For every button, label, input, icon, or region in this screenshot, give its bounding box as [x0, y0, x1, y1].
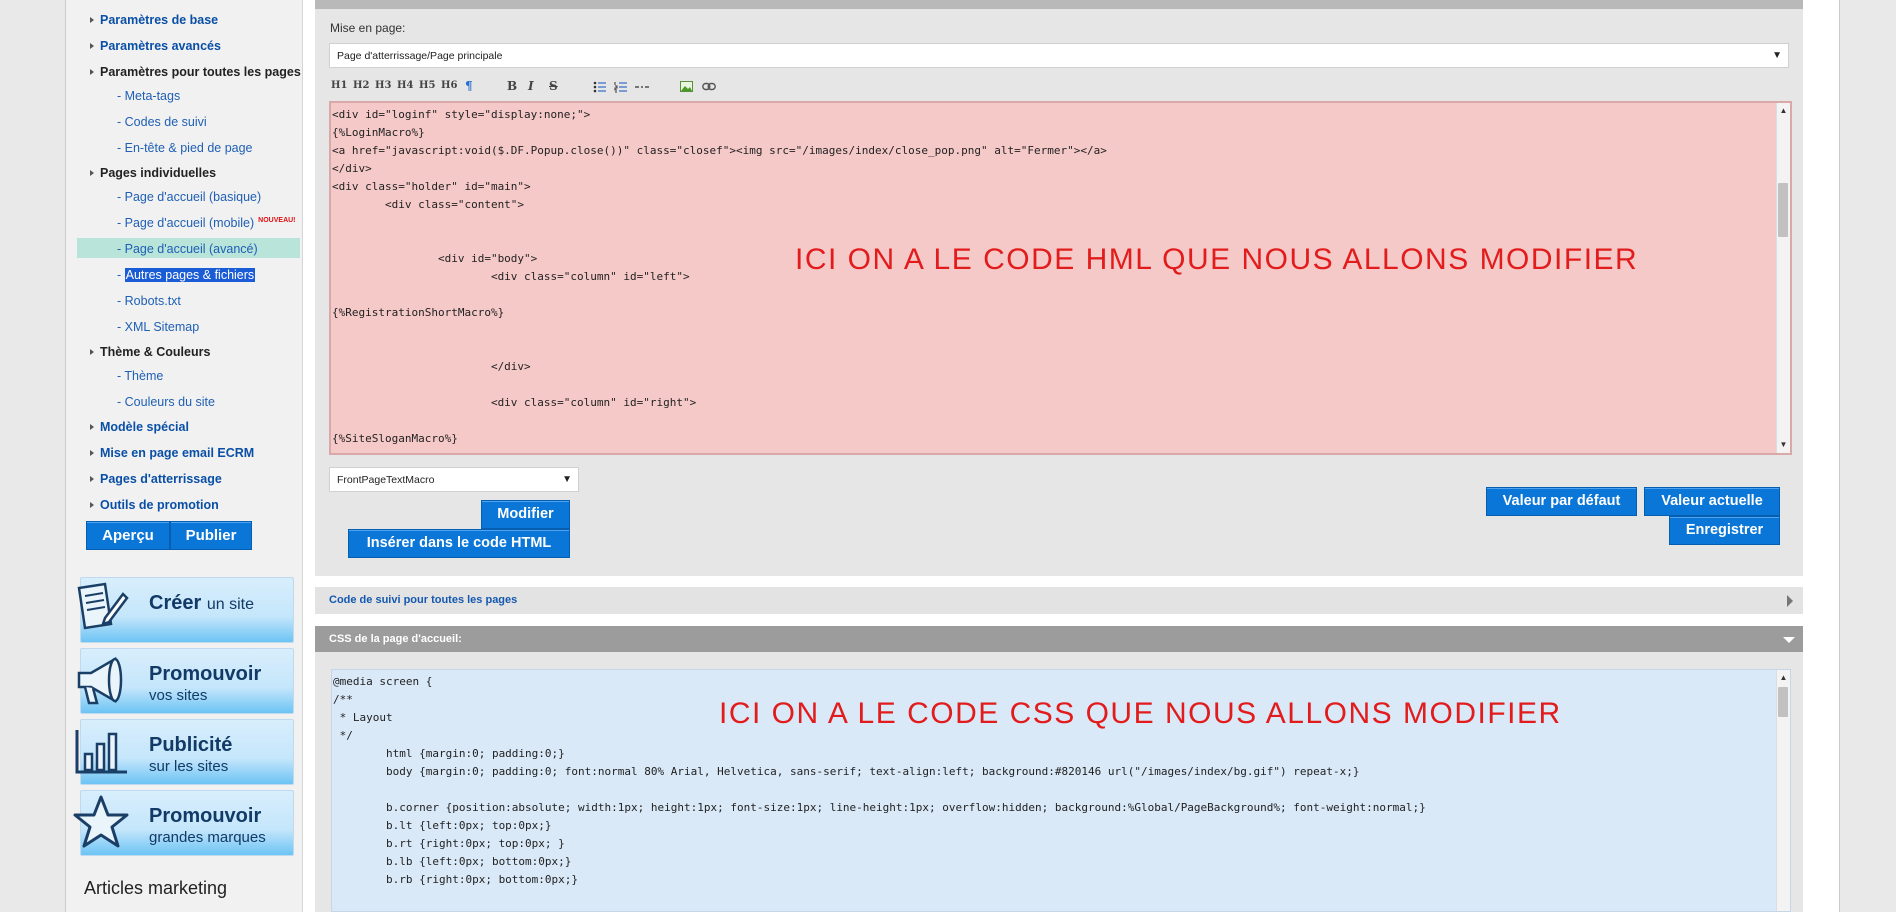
css-editor-scrollbar[interactable]: ▲: [1776, 670, 1790, 911]
promo-title: Promouvoir: [149, 805, 262, 827]
nav-robots[interactable]: - Robots.txt: [117, 294, 181, 308]
nouveau-badge: NOUVEAU!: [258, 217, 296, 224]
h4-button[interactable]: H4: [397, 80, 413, 91]
html-editor-scrollbar[interactable]: ▲ ▼: [1776, 103, 1790, 453]
nav-codes-de-suivi[interactable]: - Codes de suivi: [117, 115, 207, 129]
nav-parametres-de-base[interactable]: Paramètres de base: [90, 13, 218, 27]
nav-xml-sitemap[interactable]: - XML Sitemap: [117, 320, 199, 334]
nav-theme-couleurs[interactable]: Thème & Couleurs: [90, 345, 210, 359]
apercu-button[interactable]: Aperçu: [86, 521, 170, 550]
h5-button[interactable]: H5: [419, 80, 435, 91]
articles-marketing-heading: Articles marketing: [84, 878, 228, 898]
promo-subtitle: sur les sites: [149, 758, 229, 775]
caret-right-icon: [90, 424, 94, 430]
macro-select[interactable]: FrontPageTextMacro ▼: [329, 467, 579, 492]
paragraph-button[interactable]: ¶: [465, 79, 473, 93]
bar-chart-icon: [75, 730, 127, 774]
h2-button[interactable]: H2: [353, 80, 369, 91]
nav-email-ecrm[interactable]: Mise en page email ECRM: [90, 446, 254, 460]
layout-select-value: Page d'atterrissage/Page principale: [337, 50, 503, 62]
caret-right-icon: [90, 450, 94, 456]
caret-right-icon: [90, 170, 94, 176]
css-section-header[interactable]: CSS de la page d'accueil:: [315, 626, 1803, 652]
promo-subtitle: grandes marques: [149, 829, 266, 846]
promo-grandes-marques[interactable]: Promouvoir grandes marques: [73, 790, 294, 856]
nav-pages-atterrissage[interactable]: Pages d'atterrissage: [90, 472, 222, 486]
nav-theme[interactable]: - Thème: [117, 369, 163, 383]
scroll-up-icon[interactable]: ▲: [1777, 672, 1790, 684]
modifier-button[interactable]: Modifier: [481, 500, 570, 529]
main-top-bar: [315, 0, 1803, 9]
nav-couleurs-site[interactable]: - Couleurs du site: [117, 395, 215, 409]
caret-right-icon: [90, 349, 94, 355]
document-edit-icon: [77, 582, 129, 630]
collapse-arrow-icon: [1783, 637, 1795, 643]
dropdown-arrow-icon: ▼: [562, 474, 572, 485]
promo-publicite[interactable]: Publicité sur les sites: [75, 719, 294, 785]
promo-title: Créer: [149, 592, 202, 614]
h6-button[interactable]: H6: [441, 80, 457, 91]
caret-right-icon: [90, 476, 94, 482]
inserer-html-button[interactable]: Insérer dans le code HTML: [348, 529, 570, 558]
css-annotation: ICI ON A LE CODE CSS QUE NOUS ALLONS MOD…: [719, 697, 1562, 730]
nav-entete-pied[interactable]: - En-tête & pied de page: [117, 141, 253, 155]
star-icon: [73, 795, 129, 848]
link-icon[interactable]: [702, 82, 716, 91]
caret-right-icon: [90, 17, 94, 23]
nav-accueil-basique[interactable]: - Page d'accueil (basique): [117, 190, 261, 204]
nav-pages-individuelles[interactable]: Pages individuelles: [90, 166, 216, 180]
promo-title: Promouvoir: [149, 663, 262, 685]
h3-button[interactable]: H3: [375, 80, 391, 91]
nav-modele-special[interactable]: Modèle spécial: [90, 420, 189, 434]
promo-promouvoir-sites[interactable]: Promouvoir vos sites: [77, 648, 294, 714]
nav-accueil-avance[interactable]: - Page d'accueil (avancé): [117, 242, 258, 256]
bold-button[interactable]: B: [507, 79, 517, 93]
nav-outils-promotion[interactable]: Outils de promotion: [90, 498, 219, 512]
caret-right-icon: [90, 502, 94, 508]
strike-button[interactable]: S: [549, 79, 558, 93]
bullet-list-icon[interactable]: [593, 81, 607, 93]
css-section-title: CSS de la page d'accueil:: [329, 633, 462, 645]
promo-creer-site[interactable]: Créer un site: [77, 577, 294, 643]
promo-title-small: un site: [206, 596, 254, 613]
enregistrer-button[interactable]: Enregistrer: [1669, 516, 1780, 545]
html-annotation: ICI ON A LE CODE HML QUE NOUS ALLONS MOD…: [795, 243, 1639, 276]
layout-select[interactable]: Page d'atterrissage/Page principale ▼: [329, 43, 1789, 68]
suivi-section-header[interactable]: Code de suivi pour toutes les pages: [315, 587, 1803, 614]
suivi-section-title: Code de suivi pour toutes les pages: [329, 594, 518, 606]
html-code-editor[interactable]: <div id="loginf" style="display:none;"> …: [329, 101, 1792, 455]
valeur-actuelle-button[interactable]: Valeur actuelle: [1644, 487, 1780, 516]
nav-accueil-mobile[interactable]: - Page d'accueil (mobile) NOUVEAU!: [117, 216, 296, 230]
expand-arrow-icon: [1787, 595, 1793, 607]
scroll-up-icon[interactable]: ▲: [1777, 105, 1790, 117]
scrollbar-thumb[interactable]: [1778, 687, 1788, 717]
image-icon[interactable]: [680, 81, 693, 92]
nav-meta-tags[interactable]: - Meta-tags: [117, 89, 180, 103]
valeur-par-defaut-button[interactable]: Valeur par défaut: [1486, 487, 1637, 516]
publier-button[interactable]: Publier: [170, 521, 252, 550]
scroll-down-icon[interactable]: ▼: [1777, 439, 1790, 451]
macro-select-value: FrontPageTextMacro: [337, 474, 435, 486]
nav-parametres-toutes-pages[interactable]: Paramètres pour toutes les pages: [90, 65, 301, 79]
nav-autres-pages[interactable]: - Autres pages & fichiers: [117, 268, 256, 282]
megaphone-icon: [77, 656, 123, 705]
numbered-list-icon[interactable]: [614, 81, 628, 93]
dropdown-arrow-icon: ▼: [1772, 50, 1782, 61]
horizontal-rule-icon[interactable]: [635, 83, 649, 91]
layout-label: Mise en page:: [330, 21, 406, 35]
nav-parametres-avances[interactable]: Paramètres avancés: [90, 39, 221, 53]
caret-right-icon: [90, 43, 94, 49]
italic-button[interactable]: I: [528, 79, 534, 93]
promo-title: Publicité: [149, 734, 233, 756]
h1-button[interactable]: H1: [331, 80, 347, 91]
caret-right-icon: [90, 69, 94, 75]
scrollbar-thumb[interactable]: [1778, 183, 1788, 237]
promo-subtitle: vos sites: [149, 687, 208, 704]
